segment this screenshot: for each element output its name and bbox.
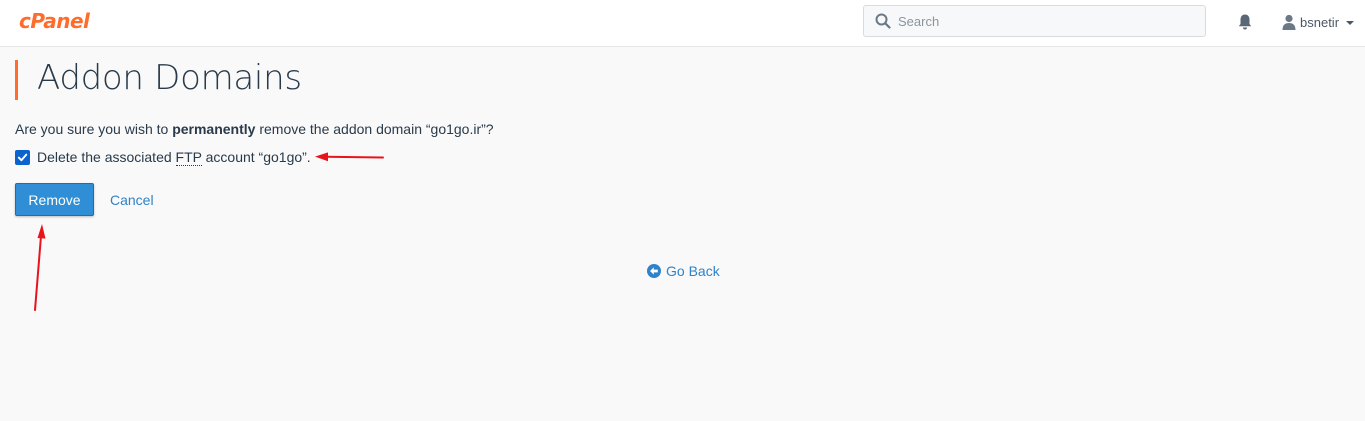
arrow-to-checkbox-icon <box>315 152 384 162</box>
annotation-overlay <box>34 152 384 311</box>
arrow-to-remove-button-icon <box>34 224 46 311</box>
